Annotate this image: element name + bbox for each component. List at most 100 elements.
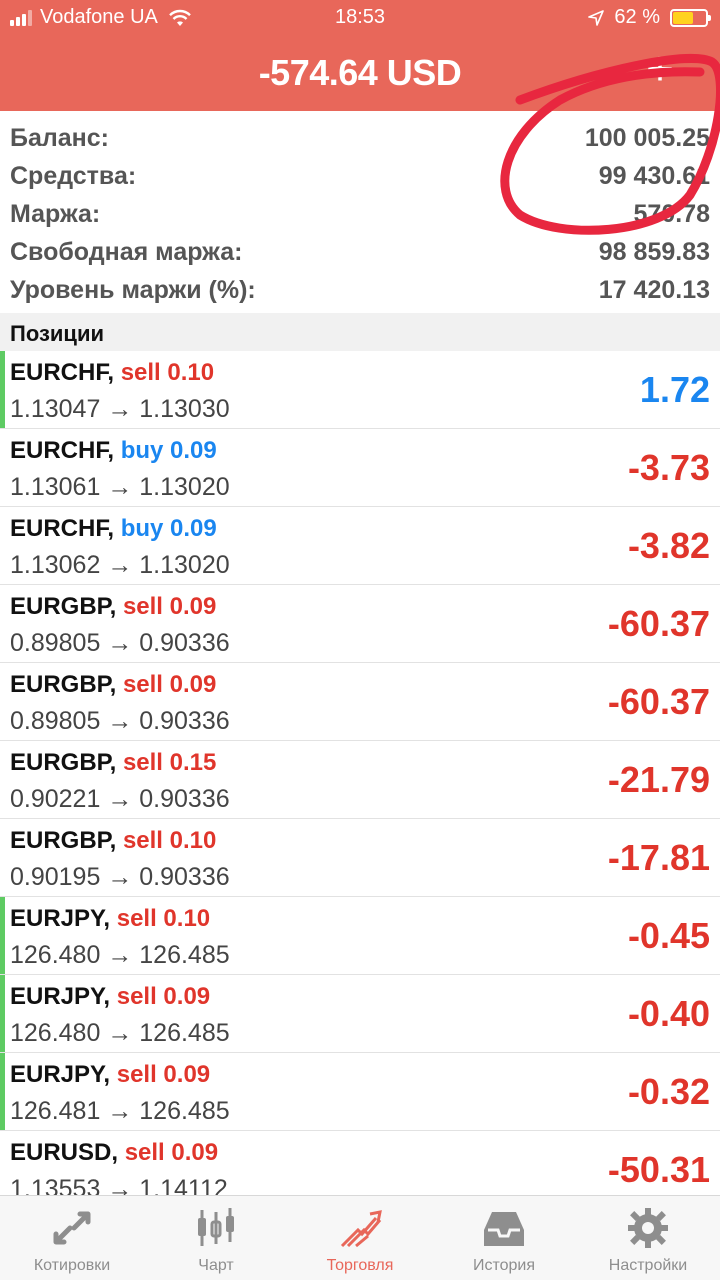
tab-settings[interactable]: Настройки	[576, 1196, 720, 1280]
position-profit: -0.40	[627, 993, 710, 1034]
position-volume: 0.10	[163, 905, 211, 932]
position-symbol: EURCHF,	[10, 437, 115, 464]
position-indicator-bar	[0, 975, 5, 1052]
battery-fill	[673, 11, 693, 24]
position-row[interactable]: EURGBP, sell 0.09 0.89805 → 0.90336 -60.37	[0, 585, 720, 663]
position-volume: 0.15	[169, 749, 217, 776]
top-bar: Vodafone UA 18:53 62 % -574.64 USD +	[0, 0, 720, 111]
summary-label: Маржа:	[10, 199, 101, 228]
position-symbol: EURCHF,	[10, 515, 115, 542]
tab-history[interactable]: История	[432, 1196, 576, 1280]
summary-row: Средства: 99 430.61	[0, 157, 720, 195]
position-direction: sell	[124, 1139, 165, 1166]
tab-chart[interactable]: Чарт	[144, 1196, 288, 1280]
position-symbol: EURJPY,	[10, 905, 111, 932]
location-arrow-icon	[588, 9, 605, 26]
position-direction: sell	[120, 359, 161, 386]
tab-trade[interactable]: Торговля	[288, 1196, 432, 1280]
position-volume: 0.09	[170, 437, 217, 464]
summary-label: Баланс:	[10, 123, 109, 152]
position-volume: 0.09	[170, 515, 217, 542]
positions-list: EURCHF, sell 0.10 1.13047 → 1.13030 1.72 EU…	[0, 351, 720, 1209]
account-profit-title: -574.64 USD	[258, 52, 462, 93]
position-row[interactable]: EURGBP, sell 0.15 0.90221 → 0.90336 -21.79	[0, 741, 720, 819]
status-right: 62 %	[588, 6, 711, 29]
position-title: EURJPY, sell 0.10	[10, 905, 210, 933]
position-symbol: EURJPY,	[10, 983, 111, 1010]
summary-row: Свободная маржа: 98 859.83	[0, 233, 720, 271]
position-row[interactable]: EURCHF, sell 0.10 1.13047 → 1.13030 1.72	[0, 351, 720, 429]
tab-quotes[interactable]: Котировки	[0, 1196, 144, 1280]
summary-value: 570.78	[633, 199, 710, 228]
summary-row: Баланс: 100 005.25	[0, 119, 720, 157]
position-profit: -17.81	[607, 837, 710, 878]
position-title: EURJPY, sell 0.09	[10, 1061, 210, 1089]
position-direction: sell	[116, 905, 157, 932]
position-prices: 126.480 → 126.485	[10, 941, 230, 969]
position-volume: 0.09	[163, 983, 211, 1010]
position-prices: 1.13061 → 1.13020	[10, 473, 230, 501]
position-prices: 1.13062 → 1.13020	[10, 551, 230, 579]
position-direction: buy	[120, 437, 164, 464]
position-row[interactable]: EURGBP, sell 0.09 0.89805 → 0.90336 -60.37	[0, 663, 720, 741]
position-row[interactable]: EURGBP, sell 0.10 0.90195 → 0.90336 -17.81	[0, 819, 720, 897]
position-prices: 126.481 → 126.485	[10, 1097, 230, 1125]
position-profit: -3.73	[627, 447, 710, 488]
summary-value: 98 859.83	[598, 237, 710, 266]
position-title: EURUSD, sell 0.09	[10, 1139, 218, 1167]
position-indicator-bar	[0, 351, 5, 428]
position-title: EURCHF, buy 0.09	[10, 437, 217, 465]
position-profit: -3.82	[627, 525, 710, 566]
account-summary: Баланс: 100 005.25 Средства: 99 430.61 Маржа…	[0, 111, 720, 313]
position-prices: 0.89805 → 0.90336	[10, 707, 230, 735]
status-bar: Vodafone UA 18:53 62 %	[0, 0, 720, 38]
position-indicator-bar	[0, 1053, 5, 1130]
position-row[interactable]: EURJPY, sell 0.09 126.480 → 126.485 -0.40	[0, 975, 720, 1053]
tab-label: Торговля	[326, 1257, 394, 1274]
position-volume: 0.10	[169, 827, 217, 854]
summary-row: Маржа: 570.78	[0, 195, 720, 233]
summary-value: 100 005.25	[584, 123, 710, 152]
tab-bar: Котировки Чарт Торговля История Настройки	[0, 1195, 720, 1280]
position-title: EURGBP, sell 0.09	[10, 671, 216, 699]
position-profit: -21.79	[607, 759, 710, 800]
tab-label: Чарт	[198, 1257, 234, 1274]
position-direction: sell	[122, 827, 163, 854]
position-row[interactable]: EURCHF, buy 0.09 1.13062 → 1.13020 -3.82	[0, 507, 720, 585]
position-symbol: EURUSD,	[10, 1139, 119, 1166]
add-order-button[interactable]: +	[640, 46, 680, 94]
position-title: EURCHF, buy 0.09	[10, 515, 217, 543]
position-direction: sell	[122, 593, 163, 620]
position-profit: -50.31	[607, 1149, 710, 1190]
position-title: EURGBP, sell 0.09	[10, 593, 216, 621]
position-volume: 0.10	[167, 359, 215, 386]
battery-icon	[670, 8, 711, 27]
signal-strength-icon	[10, 9, 32, 26]
position-prices: 0.90221 → 0.90336	[10, 785, 230, 813]
position-title: EURGBP, sell 0.15	[10, 749, 216, 777]
position-volume: 0.09	[169, 593, 217, 620]
wifi-icon	[169, 9, 191, 26]
positions-section-header: Позиции	[0, 313, 720, 351]
position-row[interactable]: EURCHF, buy 0.09 1.13061 → 1.13020 -3.73	[0, 429, 720, 507]
position-prices: 1.13047 → 1.13030	[10, 395, 230, 423]
summary-label: Средства:	[10, 161, 137, 190]
summary-label: Уровень маржи (%):	[10, 275, 256, 304]
position-indicator-bar	[0, 897, 5, 974]
position-symbol: EURGBP,	[10, 749, 117, 776]
tab-label: Настройки	[608, 1257, 688, 1274]
position-symbol: EURGBP,	[10, 671, 117, 698]
position-prices: 126.480 → 126.485	[10, 1019, 230, 1047]
position-direction: sell	[116, 983, 157, 1010]
position-direction: sell	[122, 749, 163, 776]
position-title: EURJPY, sell 0.09	[10, 983, 210, 1011]
position-symbol: EURGBP,	[10, 827, 117, 854]
position-volume: 0.09	[169, 671, 217, 698]
position-row[interactable]: EURJPY, sell 0.09 126.481 → 126.485 -0.32	[0, 1053, 720, 1131]
summary-value: 17 420.13	[598, 275, 710, 304]
position-profit: -60.37	[607, 681, 710, 722]
summary-label: Свободная маржа:	[10, 237, 243, 266]
position-row[interactable]: EURJPY, sell 0.10 126.480 → 126.485 -0.45	[0, 897, 720, 975]
position-profit: -60.37	[607, 603, 710, 644]
tab-label: Котировки	[33, 1257, 111, 1274]
